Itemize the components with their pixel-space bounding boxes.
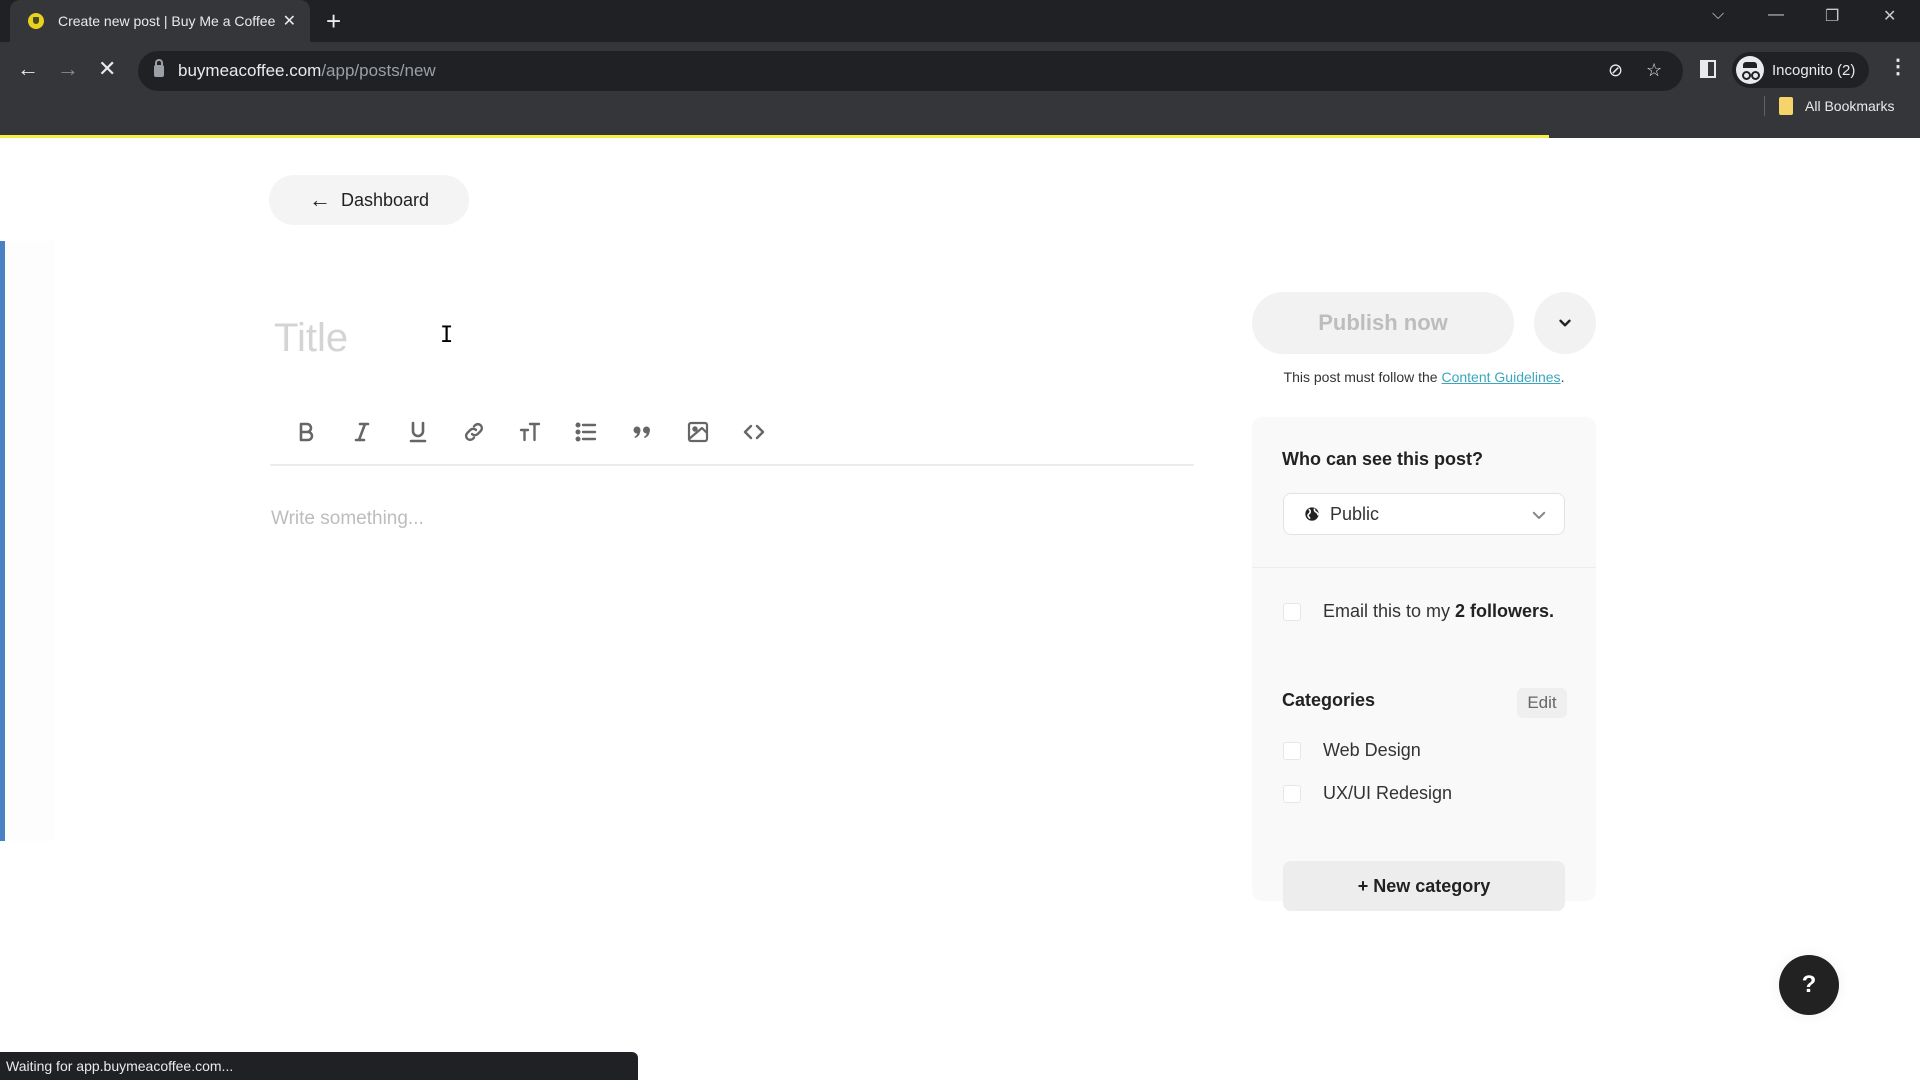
guidelines-suffix: . [1560, 369, 1565, 385]
create-post-page: ← Dashboard I Write some [0, 138, 1920, 1080]
visibility-value: Public [1330, 503, 1380, 524]
underline-icon [409, 421, 427, 443]
quote-button[interactable] [614, 412, 670, 452]
bookmarks-divider [1764, 96, 1765, 116]
incognito-label: Incognito (2) [1772, 61, 1856, 79]
visibility-select[interactable]: Public [1283, 493, 1565, 535]
bookmark-folder-icon [1779, 97, 1793, 115]
left-gutter [5, 241, 55, 841]
category-checkbox[interactable] [1283, 741, 1301, 760]
italic-icon [354, 422, 370, 442]
publish-now-button[interactable]: Publish now [1252, 292, 1514, 354]
image-button[interactable] [670, 412, 726, 452]
tab-close-icon[interactable]: ✕ [283, 11, 296, 31]
post-settings-card: Who can see this post? Public Email this… [1252, 417, 1596, 911]
quote-icon [633, 426, 650, 438]
back-to-dashboard-button[interactable]: ← Dashboard [269, 175, 469, 225]
url-host: buymeacoffee.com [178, 61, 322, 80]
card-divider [1252, 567, 1596, 568]
bold-button[interactable] [278, 412, 334, 452]
code-icon [743, 424, 765, 440]
bulleted-list-button[interactable] [558, 412, 614, 452]
categories-heading: Categories [1282, 690, 1376, 710]
select-chevron-down-icon [1532, 511, 1546, 519]
email-followers-label: Email this to my 2 followers. [1323, 601, 1555, 621]
browser-menu-icon[interactable]: ⋮ [1888, 54, 1908, 79]
content-guidelines-link[interactable]: Content Guidelines [1441, 369, 1560, 385]
guidelines-prefix: This post must follow the [1283, 369, 1442, 385]
window-close-icon[interactable]: ✕ [1883, 6, 1896, 26]
restore-icon[interactable]: ❐ [1825, 6, 1839, 26]
incognito-icon [1736, 56, 1764, 84]
chevron-down-icon [1559, 319, 1571, 327]
buymeacoffee-favicon-icon [28, 13, 44, 29]
text-cursor-icon: I [440, 323, 454, 348]
link-icon [464, 422, 484, 442]
bold-icon [299, 422, 314, 442]
category-label: Web Design [1323, 740, 1421, 760]
link-button[interactable] [446, 412, 502, 452]
forward-icon[interactable]: → [57, 56, 79, 82]
new-category-button[interactable]: + New category [1283, 861, 1565, 911]
side-panel-icon[interactable] [1700, 60, 1716, 78]
followers-count: 2 followers. [1455, 601, 1555, 621]
visibility-heading: Who can see this post? [1282, 449, 1484, 469]
editor-toolbar [270, 400, 1194, 466]
bulleted-list-icon [575, 422, 597, 442]
all-bookmarks-label: All Bookmarks [1805, 98, 1895, 114]
browser-tab-bar: Create new post | Buy Me a Coffee ✕ + ⌵ … [0, 0, 1920, 42]
email-followers-option[interactable]: Email this to my 2 followers. [1283, 601, 1554, 622]
text-size-button[interactable] [502, 412, 558, 452]
tab-search-icon[interactable]: ⌵ [1712, 6, 1724, 24]
address-bar[interactable]: buymeacoffee.com /app/posts/new ⊘ ☆ [138, 51, 1683, 91]
bookmark-star-icon[interactable]: ☆ [1646, 60, 1662, 81]
content-guidelines-note: This post must follow the Content Guidel… [1252, 369, 1596, 385]
dashboard-label: Dashboard [340, 189, 430, 210]
post-body-editor[interactable]: Write something... [271, 508, 1191, 808]
category-label: UX/UI Redesign [1323, 783, 1453, 803]
stop-loading-icon[interactable]: ✕ [98, 56, 116, 82]
underline-button[interactable] [390, 412, 446, 452]
category-checkbox[interactable] [1283, 784, 1301, 803]
new-tab-button[interactable]: + [326, 6, 341, 36]
italic-button[interactable] [334, 412, 390, 452]
email-followers-checkbox[interactable] [1283, 602, 1301, 621]
back-icon[interactable]: ← [17, 56, 39, 82]
tab-title: Create new post | Buy Me a Coffee [58, 13, 276, 29]
browser-toolbar: ← → ✕ buymeacoffee.com /app/posts/new ⊘ … [0, 42, 1920, 138]
all-bookmarks-button[interactable]: All Bookmarks [1764, 96, 1894, 116]
browser-status-bubble: Waiting for app.buymeacoffee.com... [0, 1052, 638, 1080]
globe-icon [1305, 507, 1319, 521]
lock-icon[interactable] [154, 59, 164, 77]
category-option[interactable]: Web Design [1283, 740, 1421, 761]
text-size-icon [519, 422, 541, 442]
help-button[interactable]: ? [1779, 955, 1839, 1015]
post-title-input[interactable] [274, 308, 1174, 368]
tracking-protection-eye-off-icon[interactable]: ⊘ [1608, 60, 1623, 81]
url-path: /app/posts/new [321, 61, 436, 80]
browser-tab-active[interactable]: Create new post | Buy Me a Coffee ✕ [10, 0, 310, 42]
minimize-icon[interactable]: — [1768, 6, 1784, 24]
publish-options-button[interactable] [1534, 292, 1596, 354]
code-button[interactable] [726, 412, 782, 452]
arrow-left-icon: ← [308, 187, 331, 212]
category-option[interactable]: UX/UI Redesign [1283, 783, 1452, 804]
edit-categories-button[interactable]: Edit [1517, 688, 1567, 718]
incognito-profile-button[interactable]: Incognito (2) [1732, 52, 1870, 88]
image-icon [687, 421, 709, 443]
